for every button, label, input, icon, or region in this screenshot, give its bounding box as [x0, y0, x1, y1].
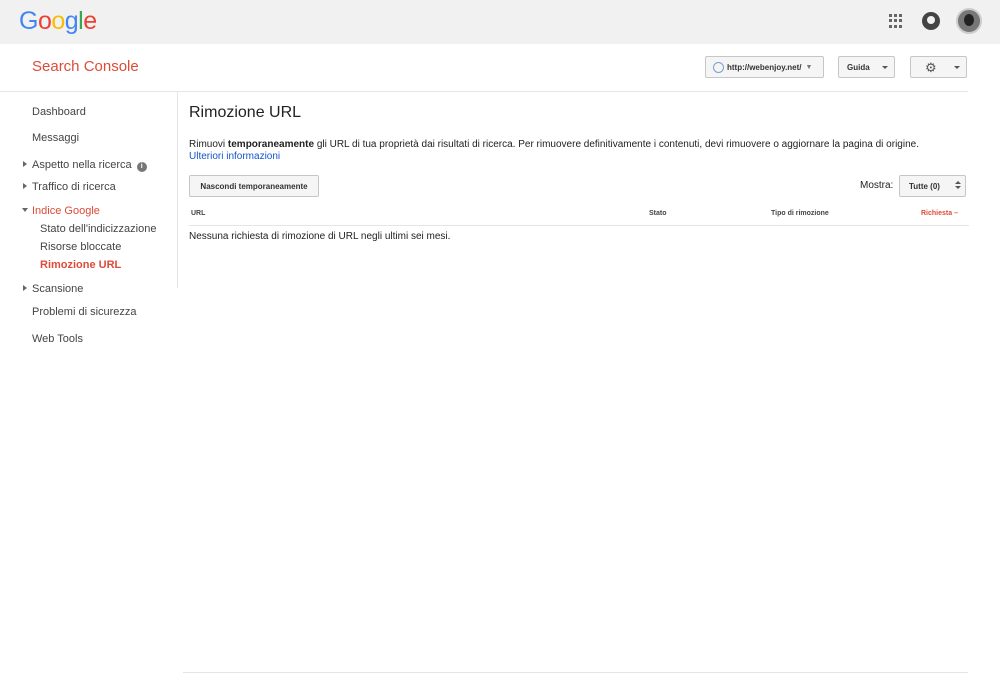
info-icon[interactable]: i — [136, 162, 147, 172]
select-arrows-icon — [955, 181, 961, 189]
sidebar-item-dashboard[interactable]: Dashboard — [32, 106, 86, 118]
collapse-arrow-icon — [22, 208, 28, 212]
desc-text: Rimuovi — [189, 139, 228, 150]
sidebar-item-index[interactable]: Indice Google — [22, 205, 100, 217]
empty-table-message: Nessuna richiesta di rimozione di URL ne… — [189, 231, 451, 242]
sidebar-item-web-tools[interactable]: Web Tools — [32, 333, 83, 345]
sidebar-item-security[interactable]: Problemi di sicurezza — [32, 306, 137, 318]
sidebar-item-index-status[interactable]: Stato dell'indicizzazione — [40, 223, 156, 235]
column-header-status[interactable]: Stato — [649, 210, 667, 217]
footer-divider — [183, 672, 968, 673]
help-button-label: Guida — [847, 62, 870, 72]
logo-letter: G — [19, 7, 38, 35]
user-avatar[interactable] — [956, 8, 982, 34]
sidebar-item-messages[interactable]: Messaggi — [32, 132, 79, 144]
settings-button[interactable]: ⚙ — [910, 56, 967, 78]
page-description: Rimuovi temporaneamente gli URL di tua p… — [189, 139, 969, 151]
sidebar-item-blocked-resources[interactable]: Risorse bloccate — [40, 241, 121, 253]
help-button[interactable]: Guida — [838, 56, 895, 78]
desc-text: gli URL di tua proprietà dai risultati d… — [314, 139, 919, 150]
search-console-title[interactable]: Search Console — [32, 58, 139, 75]
logo-letter: o — [37, 7, 52, 35]
column-header-request[interactable]: Richiesta – — [921, 210, 958, 217]
sidebar-item-traffic[interactable]: Traffico di ricerca — [23, 181, 116, 193]
gear-icon: ⚙ — [925, 60, 937, 75]
google-logo[interactable]: Google — [19, 7, 97, 36]
apps-grid-icon[interactable] — [889, 14, 903, 28]
sidebar-item-url-removal[interactable]: Rimozione URL — [40, 259, 121, 271]
column-header-url[interactable]: URL — [191, 210, 205, 217]
chevron-down-icon: ▼ — [805, 63, 813, 71]
logo-letter: g — [64, 7, 79, 35]
sort-indicator-icon: – — [954, 210, 958, 217]
learn-more-link[interactable]: Ulteriori informazioni — [189, 151, 280, 162]
search-console-header: Search Console http://webenjoy.net/ ▼ Gu… — [0, 44, 968, 92]
sidebar-item-label: Traffico di ricerca — [32, 181, 116, 193]
sidebar-item-appearance[interactable]: Aspetto nella ricerca i — [23, 159, 147, 172]
expand-arrow-icon — [23, 183, 27, 189]
show-filter-select[interactable]: Tutte (0) — [899, 175, 966, 197]
sidebar-nav: Dashboard Messaggi Aspetto nella ricerca… — [0, 92, 178, 295]
google-bar-icons — [889, 8, 982, 34]
logo-letter: e — [83, 7, 97, 35]
property-url: http://webenjoy.net/ — [727, 62, 802, 72]
notifications-icon[interactable] — [922, 12, 940, 30]
google-bar: Google — [0, 0, 1000, 44]
column-header-label: Richiesta — [921, 210, 953, 217]
sidebar-item-label: Aspetto nella ricerca — [32, 159, 132, 171]
sidebar-item-crawl[interactable]: Scansione — [23, 283, 83, 295]
expand-arrow-icon — [23, 285, 27, 291]
column-header-removal-type[interactable]: Tipo di rimozione — [771, 210, 829, 217]
sidebar-item-label: Scansione — [32, 283, 84, 295]
hide-temporarily-button[interactable]: Nascondi temporaneamente — [189, 175, 319, 197]
logo-letter: o — [51, 7, 65, 35]
chevron-down-icon — [954, 66, 960, 69]
globe-icon — [713, 61, 724, 73]
show-filter-value: Tutte (0) — [909, 181, 940, 191]
removal-table-header: URL Stato Tipo di rimozione Richiesta – — [189, 205, 969, 226]
page-title: Rimozione URL — [189, 104, 302, 121]
property-selector-button[interactable]: http://webenjoy.net/ ▼ — [705, 56, 824, 78]
desc-bold-text: temporaneamente — [227, 139, 315, 150]
chevron-down-icon — [882, 66, 888, 69]
show-filter-label: Mostra: — [860, 180, 894, 191]
expand-arrow-icon — [23, 161, 27, 167]
sidebar-item-label: Indice Google — [32, 205, 100, 217]
